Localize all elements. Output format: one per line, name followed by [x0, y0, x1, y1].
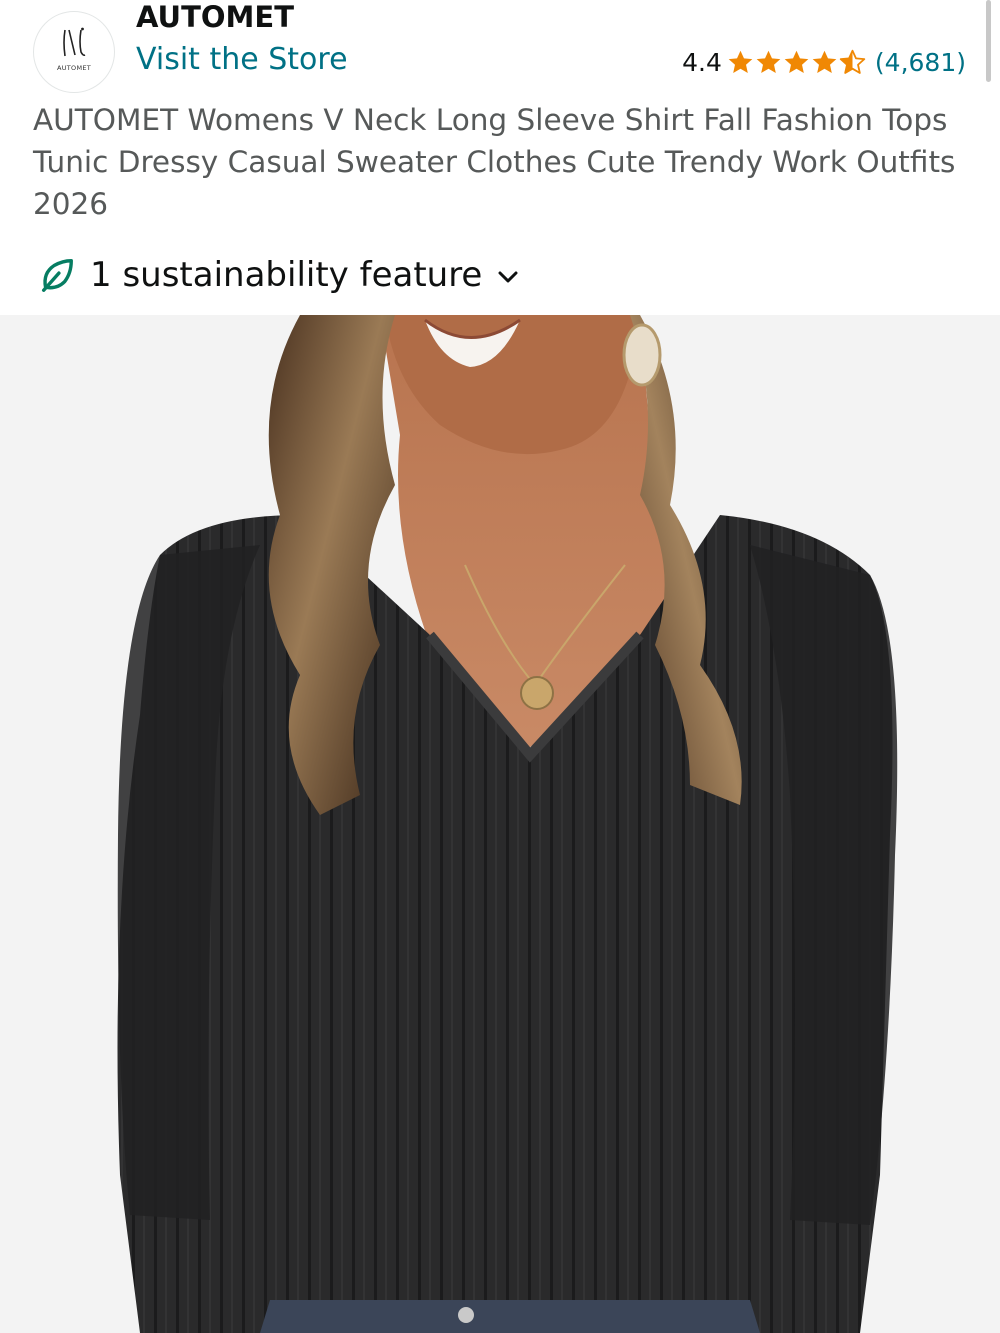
sustainability-label: 1 sustainability feature: [90, 255, 483, 295]
product-header: AUTOMET AUTOMET Visit the Store 4.4 (4,6…: [0, 0, 1000, 315]
product-photo: [0, 315, 1000, 1333]
product-title: AUTOMET Womens V Neck Long Sleeve Shirt …: [33, 103, 956, 221]
star-full-icon: [728, 50, 753, 73]
rating-count-link[interactable]: (4,681): [875, 48, 966, 77]
sustainability-features-toggle[interactable]: 1 sustainability feature: [38, 251, 520, 299]
brand-logo[interactable]: AUTOMET: [33, 11, 115, 93]
star-half-icon: [839, 49, 866, 74]
rating-value: 4.4: [682, 47, 722, 77]
brand-name[interactable]: AUTOMET: [136, 0, 294, 36]
rating-summary[interactable]: 4.4 (4,681): [682, 44, 966, 80]
scrollbar[interactable]: [986, 0, 991, 82]
star-full-icon: [756, 50, 781, 73]
star-rating: [727, 49, 867, 76]
star-full-icon: [784, 50, 809, 73]
visit-store-link[interactable]: Visit the Store: [136, 40, 348, 80]
leaf-icon: [41, 259, 73, 292]
product-image[interactable]: [0, 315, 1000, 1333]
brand-logo-icon: [63, 27, 86, 57]
chevron-down-icon: [498, 271, 518, 283]
brand-logo-text: AUTOMET: [56, 64, 92, 72]
star-full-icon: [812, 50, 837, 73]
